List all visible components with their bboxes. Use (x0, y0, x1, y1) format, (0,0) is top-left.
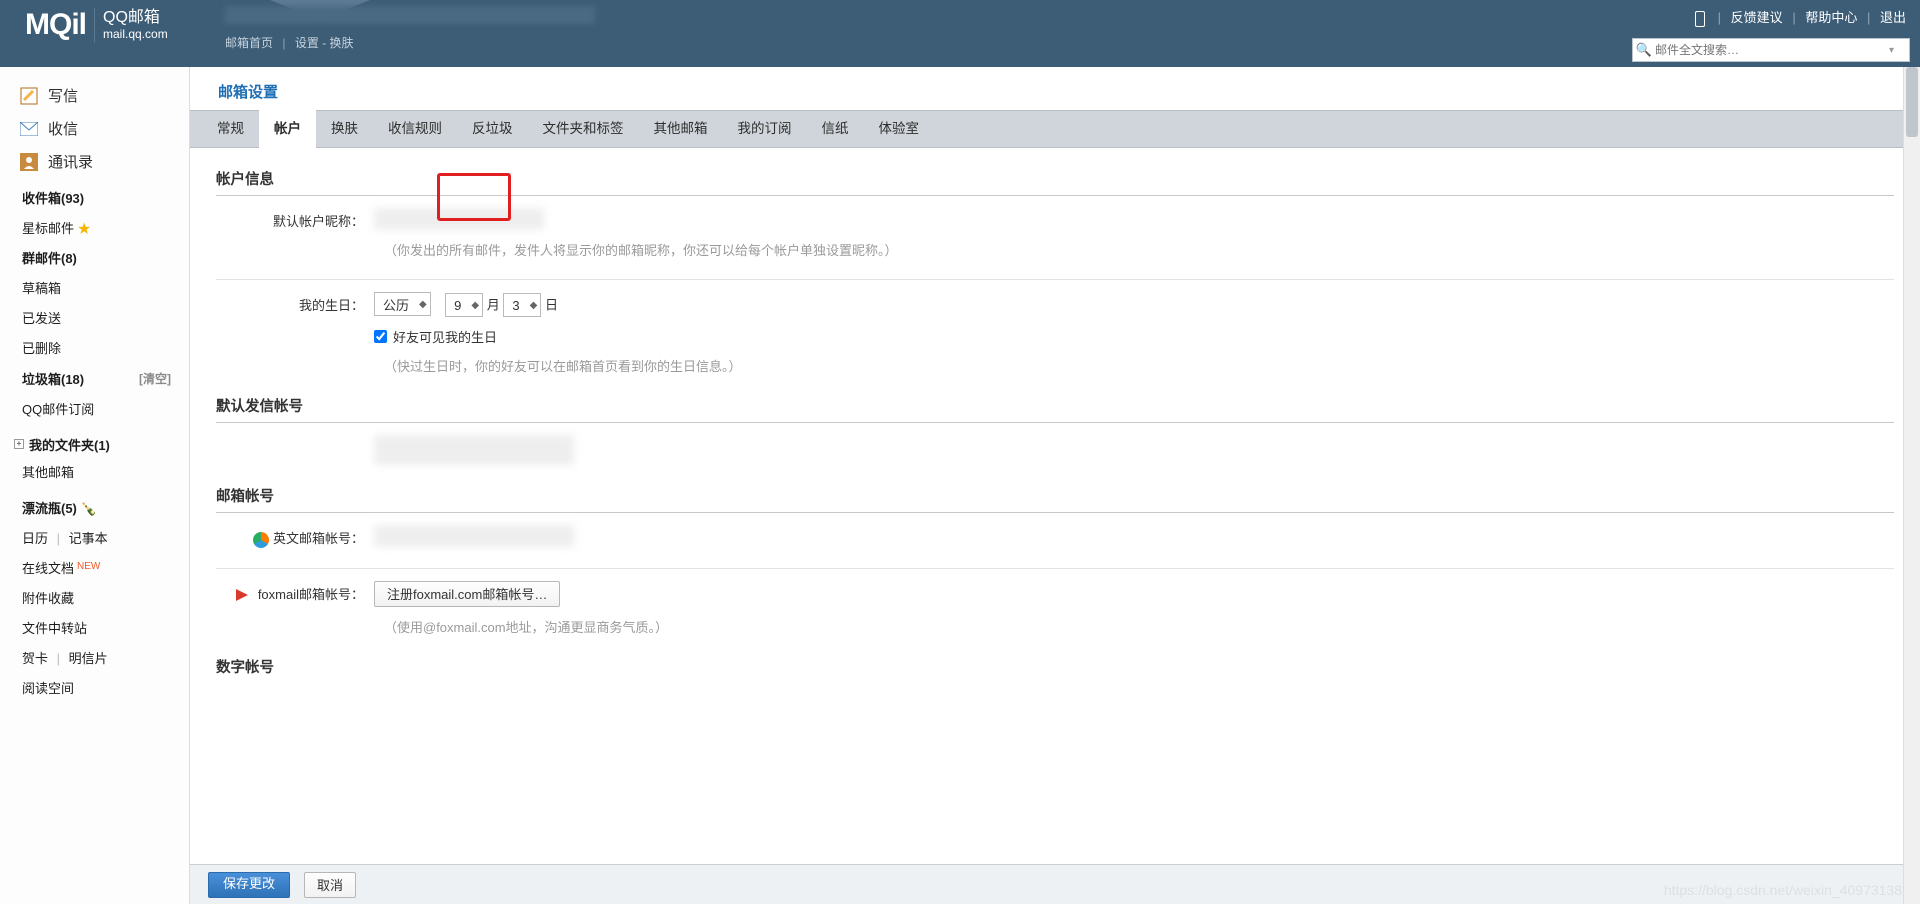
receive-icon (20, 120, 38, 138)
search-dropdown-icon[interactable]: ▾ (1889, 45, 1909, 56)
tab-subscribe[interactable]: 我的订阅 (723, 110, 807, 148)
tab-paper[interactable]: 信纸 (807, 110, 864, 148)
search-box[interactable]: 🔍 ▾ (1632, 38, 1910, 62)
sidebar-calendar[interactable]: 日历 (22, 531, 48, 546)
tab-general[interactable]: 常规 (202, 110, 259, 148)
birthday-month-select[interactable]: 9◆ (445, 293, 483, 317)
feedback-link[interactable]: 反馈建议 (1731, 10, 1783, 25)
watermark: https://blog.csdn.net/weixin_40973138 (1664, 882, 1902, 898)
logout-link[interactable]: 退出 (1880, 10, 1906, 25)
sidebar-transit[interactable]: 文件中转站 (0, 614, 189, 644)
obscured-nickname (374, 208, 544, 230)
breadcrumb-settings[interactable]: 设置 (295, 36, 319, 50)
app-header: MQil QQ邮箱 mail.qq.com 邮箱首页 | 设置 - 换肤 | 反… (0, 0, 1920, 67)
tab-folders[interactable]: 文件夹和标签 (528, 110, 639, 148)
tab-rules[interactable]: 收信规则 (373, 110, 457, 148)
birthday-visible-checkbox[interactable] (374, 330, 387, 343)
tab-lab[interactable]: 体验室 (864, 110, 935, 148)
nickname-hint: （你发出的所有邮件，发件人将显示你的邮箱昵称，你还可以给每个帐户单独设置昵称。） (216, 230, 1894, 259)
sidebar-calendar-notes: 日历 | 记事本 (0, 524, 189, 554)
obscured-default-sender (374, 435, 574, 465)
nickname-label: 默认帐户昵称： (216, 208, 374, 230)
sidebar-other-mailbox[interactable]: 其他邮箱 (0, 458, 189, 488)
sidebar-myfolders[interactable]: + 我的文件夹(1) (0, 431, 189, 458)
en-mail-label: 英文邮箱帐号： (216, 525, 374, 548)
foxmail-hint: （使用@foxmail.com地址，沟通更显商务气质。） (216, 607, 1894, 636)
sidebar-notes[interactable]: 记事本 (69, 531, 108, 546)
obscured-en-mail (374, 525, 574, 547)
compose-icon (20, 87, 38, 105)
scrollbar-thumb[interactable] (1906, 67, 1918, 137)
foxmail-register-button[interactable]: 注册foxmail.com邮箱帐号… (374, 581, 560, 607)
breadcrumb-home[interactable]: 邮箱首页 (225, 36, 273, 50)
top-links: | 反馈建议 | 帮助中心 | 退出 (1695, 7, 1906, 27)
tencent-icon (253, 532, 269, 548)
sidebar-starred[interactable]: 星标邮件 ★ (0, 214, 189, 244)
star-icon: ★ (78, 221, 91, 236)
bottle-icon: 🍾 (81, 501, 97, 516)
help-link[interactable]: 帮助中心 (1805, 10, 1857, 25)
sidebar-deleted[interactable]: 已删除 (0, 334, 189, 364)
compose-button[interactable]: 写信 (0, 79, 189, 112)
sidebar-subscribe[interactable]: QQ邮件订阅 (0, 395, 189, 425)
sidebar-drafts[interactable]: 草稿箱 (0, 274, 189, 304)
sidebar-read[interactable]: 阅读空间 (0, 674, 189, 704)
chevron-down-icon: ◆ (530, 300, 538, 311)
new-badge: NEW (77, 561, 100, 572)
spam-clear-link[interactable]: [清空] (139, 369, 171, 389)
chevron-down-icon: ◆ (471, 300, 479, 311)
search-input[interactable] (1655, 43, 1889, 57)
tab-skin[interactable]: 换肤 (316, 110, 373, 148)
sidebar-greet-postcard: 贺卡 | 明信片 (0, 644, 189, 674)
foxmail-label: foxmail邮箱帐号： (216, 581, 374, 607)
save-button[interactable]: 保存更改 (208, 872, 290, 898)
tab-account[interactable]: 帐户 (259, 110, 316, 148)
section-account-info: 帐户信息 (216, 148, 1894, 196)
sidebar-inbox[interactable]: 收件箱(93) (0, 184, 189, 214)
birthday-label: 我的生日： (216, 292, 374, 346)
contacts-icon (20, 153, 38, 171)
tab-othermail[interactable]: 其他邮箱 (639, 110, 723, 148)
main-area: 邮箱设置 常规 帐户 换肤 收信规则 反垃圾 文件夹和标签 其他邮箱 我的订阅 … (190, 67, 1920, 904)
receive-button[interactable]: 收信 (0, 112, 189, 145)
logo-main: MQil (25, 8, 86, 42)
calendar-type-select[interactable]: 公历◆ (374, 292, 431, 316)
page-title: 邮箱设置 (190, 67, 1920, 110)
settings-tabs: 常规 帐户 换肤 收信规则 反垃圾 文件夹和标签 其他邮箱 我的订阅 信纸 体验… (190, 110, 1920, 148)
birthday-day-select[interactable]: 3◆ (503, 293, 541, 317)
expand-icon: + (14, 439, 24, 449)
sidebar: 写信 收信 通讯录 收件箱(93) 星标邮件 ★ 群邮件(8) 草稿箱 已发送 … (0, 67, 190, 904)
scrollbar[interactable] (1903, 67, 1920, 904)
sidebar-docs[interactable]: 在线文档NEW (0, 554, 189, 584)
chevron-down-icon: ◆ (419, 299, 427, 310)
sidebar-sent[interactable]: 已发送 (0, 304, 189, 334)
contacts-button[interactable]: 通讯录 (0, 145, 189, 178)
section-digit: 数字帐号 (216, 636, 1894, 683)
section-default-sender: 默认发信帐号 (216, 375, 1894, 423)
sidebar-greet[interactable]: 贺卡 (22, 651, 48, 666)
breadcrumb: 邮箱首页 | 设置 - 换肤 (225, 34, 354, 51)
logo[interactable]: MQil QQ邮箱 mail.qq.com (25, 8, 168, 42)
sidebar-attach[interactable]: 附件收藏 (0, 584, 189, 614)
bottom-action-bar: 保存更改 取消 https://blog.csdn.net/weixin_409… (190, 864, 1920, 904)
phone-icon[interactable] (1695, 11, 1705, 27)
obscured-user-info (225, 6, 595, 24)
tab-antispam[interactable]: 反垃圾 (457, 110, 528, 148)
sidebar-drift[interactable]: 漂流瓶(5) 🍾 (0, 494, 189, 524)
logo-sub: QQ邮箱 mail.qq.com (94, 8, 168, 42)
cancel-button[interactable]: 取消 (304, 872, 356, 898)
section-mail-accounts: 邮箱帐号 (216, 465, 1894, 513)
foxmail-icon (234, 587, 250, 603)
search-icon: 🔍 (1633, 42, 1655, 58)
birthday-hint: （快过生日时，你的好友可以在邮箱首页看到你的生日信息。） (216, 346, 1894, 375)
sidebar-group[interactable]: 群邮件(8) (0, 244, 189, 274)
sidebar-postcard[interactable]: 明信片 (69, 651, 108, 666)
breadcrumb-skin[interactable]: 换肤 (330, 36, 354, 50)
sidebar-spam[interactable]: 垃圾箱(18)[清空] (0, 365, 189, 395)
